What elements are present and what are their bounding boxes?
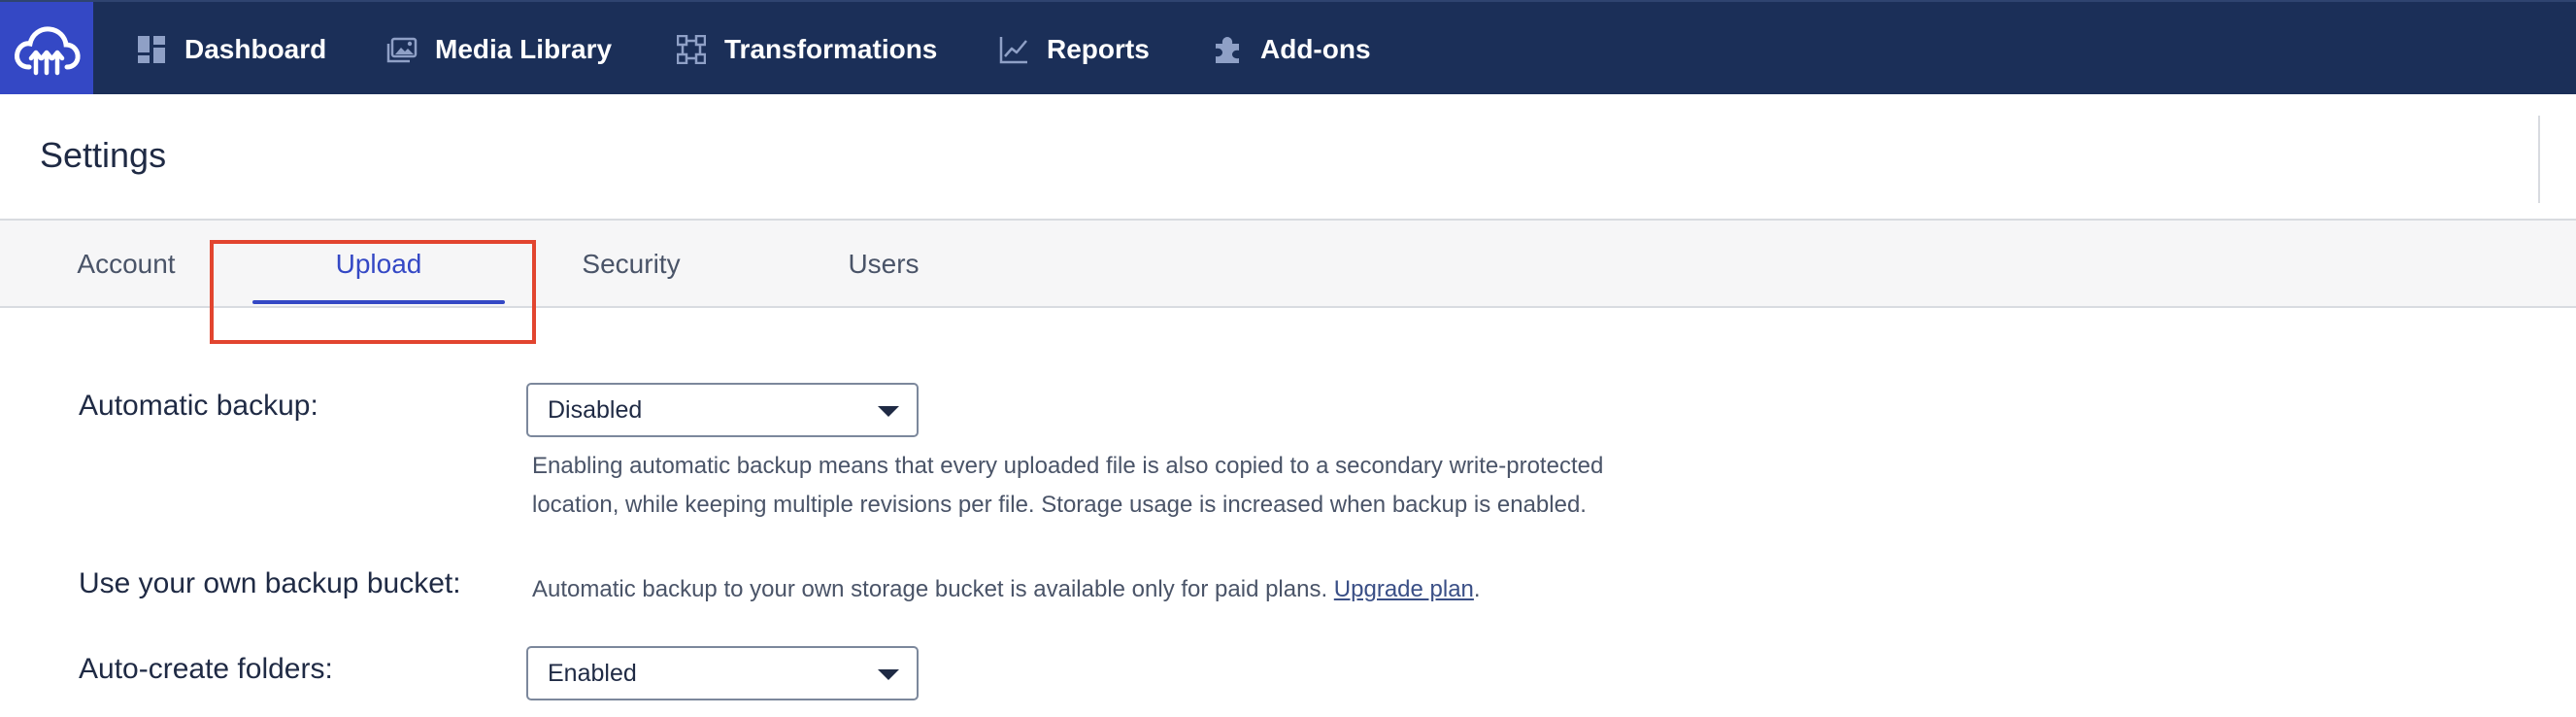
auto-create-folders-value: Enabled [548, 659, 637, 687]
automatic-backup-value: Disabled [548, 395, 643, 424]
nav-item-label: Reports [1047, 33, 1150, 64]
tab-users[interactable]: Users [796, 221, 971, 308]
nav-item-media-library[interactable]: Media Library [386, 2, 612, 96]
own-backup-bucket-label: Use your own backup bucket: [79, 567, 461, 599]
chevron-down-icon [878, 406, 899, 417]
top-navigation: Dashboard Media Library Transformations [0, 0, 2576, 96]
line-chart-icon [998, 34, 1029, 65]
annotation-highlight-box [210, 240, 536, 344]
auto-create-folders-label: Auto-create folders: [79, 653, 333, 685]
automatic-backup-label: Automatic backup: [79, 390, 318, 422]
page-header: Settings [0, 94, 2576, 221]
puzzle-piece-icon [1212, 34, 1243, 65]
upgrade-plan-link[interactable]: Upgrade plan [1334, 576, 1474, 602]
nav-item-reports[interactable]: Reports [998, 2, 1150, 96]
page-title: Settings [40, 135, 167, 175]
header-divider [2538, 116, 2540, 203]
own-backup-bucket-text: Automatic backup to your own storage buc… [532, 570, 1481, 609]
automatic-backup-select[interactable]: Disabled [526, 383, 919, 437]
dashboard-grid-icon [136, 34, 167, 65]
nav-item-transformations[interactable]: Transformations [676, 2, 937, 96]
nav-item-add-ons[interactable]: Add-ons [1212, 2, 1371, 96]
own-bucket-info-text: Automatic backup to your own storage buc… [532, 576, 1334, 602]
tab-security[interactable]: Security [544, 221, 719, 308]
nav-item-label: Transformations [724, 33, 938, 64]
auto-create-folders-select[interactable]: Enabled [526, 646, 919, 700]
media-images-icon [386, 34, 418, 65]
nav-item-label: Add-ons [1260, 33, 1371, 64]
tab-account[interactable]: Account [39, 221, 214, 308]
nav-item-label: Media Library [435, 33, 613, 64]
help-line: Enabling automatic backup means that eve… [532, 453, 1604, 479]
chevron-down-icon [878, 669, 899, 680]
logo[interactable] [0, 2, 93, 96]
help-line: location, while keeping multiple revisio… [532, 492, 1587, 518]
nav-item-dashboard[interactable]: Dashboard [136, 2, 326, 96]
transformations-icon [676, 34, 707, 65]
automatic-backup-help: Enabling automatic backup means that eve… [532, 447, 1603, 525]
nav-item-label: Dashboard [184, 33, 327, 64]
cloudinary-cloud-logo-icon [15, 25, 81, 75]
own-bucket-suffix: . [1473, 576, 1481, 602]
